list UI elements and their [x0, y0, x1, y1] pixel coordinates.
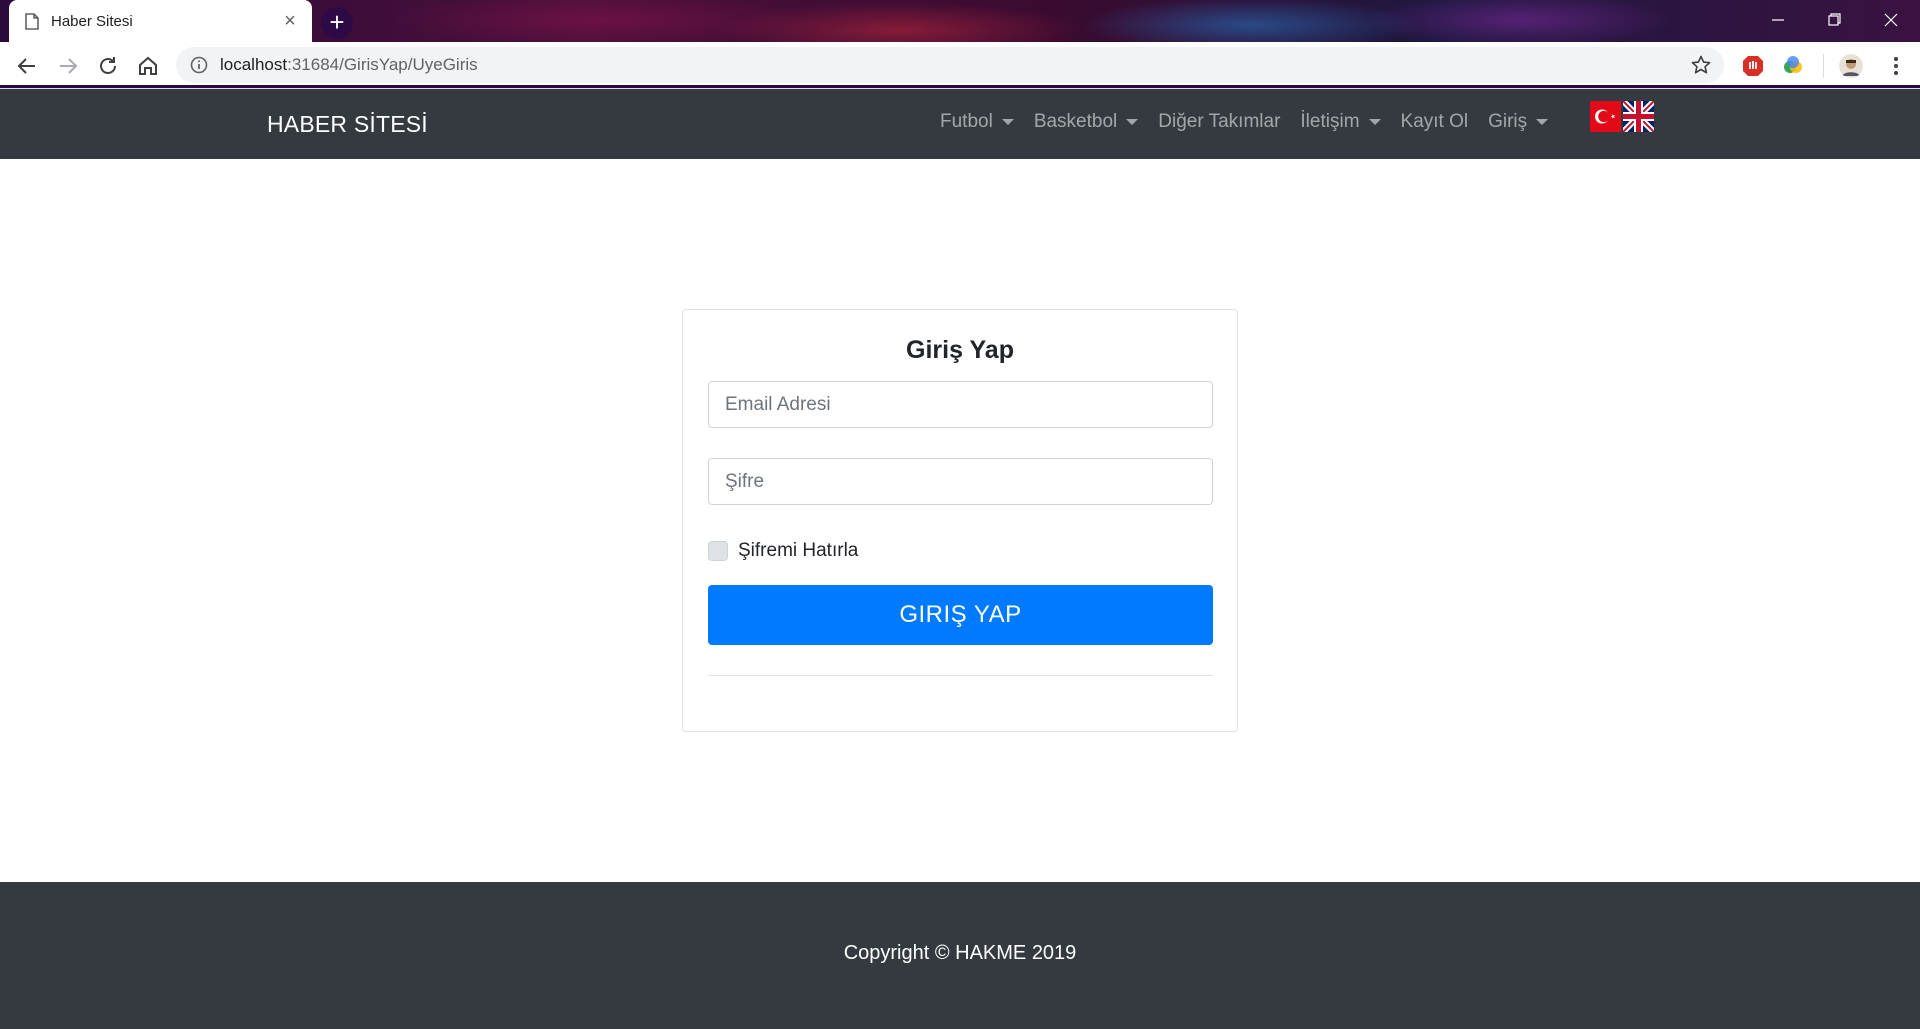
site-navbar: HABER SİTESİ Futbol Basketbol Diğer Takı… — [0, 89, 1920, 159]
address-bar[interactable]: localhost:31684/GirisYap/UyeGiris — [176, 47, 1724, 83]
browser-toolbar: localhost:31684/GirisYap/UyeGiris — [0, 42, 1920, 89]
reload-icon[interactable] — [93, 51, 123, 81]
browser-menu-icon[interactable] — [1884, 54, 1908, 78]
url-path: :31684/GirisYap/UyeGiris — [287, 55, 478, 74]
caret-down-icon — [1126, 119, 1139, 125]
nav-basketbol[interactable]: Basketbol — [1033, 111, 1139, 133]
tab-close-icon[interactable]: × — [280, 11, 300, 31]
url-host: localhost — [220, 55, 288, 74]
nav-giris-label: Giriş — [1488, 111, 1528, 132]
adblock-extension-icon[interactable] — [1741, 54, 1765, 78]
toolbar-surface: localhost:31684/GirisYap/UyeGiris — [0, 42, 1920, 88]
nav-iletisim[interactable]: İletişim — [1300, 111, 1381, 133]
copyright-text: Copyright © HAKME 2019 — [843, 942, 1077, 964]
remember-checkbox[interactable] — [708, 541, 728, 561]
site-brand[interactable]: HABER SİTESİ — [267, 111, 428, 138]
color-picker-extension-icon[interactable] — [1781, 54, 1805, 78]
browser-titlebar: Haber Sitesi × + — [0, 0, 1920, 42]
login-title: Giriş Yap — [906, 336, 1014, 364]
nav-giris[interactable]: Giriş — [1488, 111, 1549, 133]
info-icon[interactable] — [190, 56, 208, 74]
profile-avatar[interactable] — [1839, 54, 1863, 78]
bookmark-star-icon[interactable] — [1690, 54, 1712, 76]
nav-basketbol-label: Basketbol — [1033, 111, 1118, 132]
minimize-icon[interactable] — [1763, 6, 1793, 34]
nav-kayit-ol[interactable]: Kayıt Ol — [1401, 111, 1469, 133]
turkish-flag-icon[interactable] — [1590, 101, 1621, 132]
caret-down-icon — [1536, 119, 1549, 125]
password-field[interactable] — [708, 458, 1213, 505]
tab-title: Haber Sitesi — [51, 12, 133, 30]
toolbar-divider — [1823, 54, 1824, 78]
nav-diger-takimlar[interactable]: Diğer Takımlar — [1158, 111, 1280, 133]
uk-flag-icon[interactable] — [1620, 98, 1657, 135]
nav-links: Futbol Basketbol Diğer Takımlar İletişim… — [940, 111, 1568, 133]
nav-futbol-label: Futbol — [940, 111, 993, 132]
home-icon[interactable] — [133, 51, 163, 81]
login-button[interactable]: GIRIŞ YAP — [708, 585, 1213, 645]
restore-icon[interactable] — [1819, 6, 1849, 34]
back-arrow-icon[interactable] — [12, 51, 42, 81]
caret-down-icon — [1001, 119, 1014, 125]
caret-down-icon — [1368, 119, 1381, 125]
remember-label: Şifremi Hatırla — [738, 540, 859, 561]
site-footer: Copyright © HAKME 2019 — [0, 882, 1920, 1029]
card-divider — [708, 675, 1213, 676]
forward-arrow-icon[interactable] — [53, 51, 83, 81]
nav-futbol[interactable]: Futbol — [940, 111, 1014, 133]
remember-me[interactable]: Şifremi Hatırla — [708, 540, 858, 562]
new-tab-button[interactable]: + — [321, 7, 353, 39]
nav-iletisim-label: İletişim — [1300, 111, 1360, 132]
email-field[interactable] — [708, 381, 1213, 428]
close-window-icon[interactable] — [1876, 6, 1906, 34]
login-card: Giriş Yap Şifremi Hatırla GIRIŞ YAP — [682, 309, 1238, 732]
browser-tab[interactable]: Haber Sitesi × — [9, 0, 312, 42]
page-icon — [25, 12, 39, 30]
